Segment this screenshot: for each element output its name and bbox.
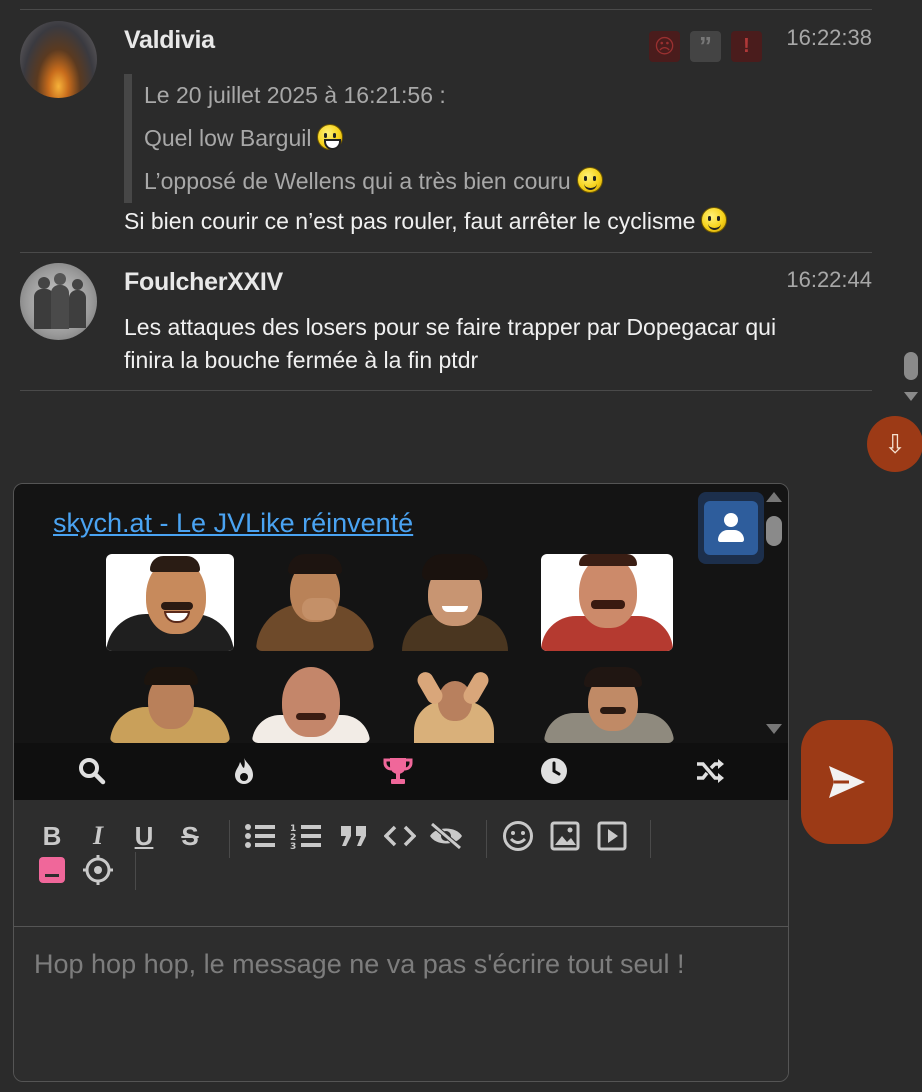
trophy-icon xyxy=(383,758,413,784)
bullet-list-icon xyxy=(245,824,275,848)
sticker[interactable] xyxy=(544,667,674,743)
quote-header: Le 20 juillet 2025 à 16:21:56 : xyxy=(144,82,446,108)
settings-button[interactable] xyxy=(80,852,116,888)
spoiler-button[interactable] xyxy=(428,818,464,854)
message-actions: ☹ ” ! xyxy=(649,31,762,62)
message-composer: skych.at - Le JVLike réinventé B I U S 1… xyxy=(13,483,789,1082)
avatar[interactable] xyxy=(20,263,97,340)
user-profile-button[interactable] xyxy=(698,492,764,564)
tab-top[interactable] xyxy=(378,751,418,791)
chat-scroll-down-arrow[interactable] xyxy=(904,392,918,401)
quote-button[interactable] xyxy=(336,818,372,854)
quote-block: Le 20 juillet 2025 à 16:21:56 : Quel low… xyxy=(124,74,603,203)
toolbar-separator xyxy=(229,820,230,858)
quote-icon xyxy=(341,826,366,846)
timestamp: 16:22:44 xyxy=(786,267,872,292)
send-icon xyxy=(829,766,865,798)
message-input-placeholder: Hop hop hop, le message ne va pas s'écri… xyxy=(34,949,685,979)
underline-button[interactable]: U xyxy=(126,818,162,854)
timestamp: 16:22:38 xyxy=(786,25,872,50)
message-item: Valdivia ☹ ” ! 16:22:38 Le 20 juillet 20… xyxy=(20,9,872,252)
sticker-scrollbar-thumb[interactable] xyxy=(766,516,782,546)
svg-text:3: 3 xyxy=(290,842,296,850)
message-text: Si bien courir ce n’est pas rouler, faut… xyxy=(124,205,728,238)
code-icon xyxy=(384,825,416,847)
message-input[interactable]: Hop hop hop, le message ne va pas s'écri… xyxy=(14,926,788,1081)
quote-line: Quel low Barguil xyxy=(144,117,603,160)
skychat-link[interactable]: skych.at - Le JVLike réinventé xyxy=(53,508,413,539)
shuffle-icon xyxy=(697,759,724,783)
sticker[interactable] xyxy=(404,667,504,743)
italic-button[interactable]: I xyxy=(80,818,116,854)
message-text: Les attaques des losers pour se faire tr… xyxy=(124,314,777,373)
tab-popular[interactable] xyxy=(224,751,264,791)
sticker-panel: skych.at - Le JVLike réinventé xyxy=(14,484,788,743)
smiley-icon xyxy=(576,167,603,193)
smiley-icon xyxy=(503,821,533,851)
tab-search[interactable] xyxy=(72,751,112,791)
sticker-icon xyxy=(39,857,65,883)
sad-face-icon[interactable]: ☹ xyxy=(649,31,680,62)
play-icon xyxy=(597,821,627,851)
sticker-tabs xyxy=(14,743,788,800)
quote-line: L’opposé de Wellens qui a très bien cour… xyxy=(144,160,603,203)
sticker[interactable] xyxy=(396,554,514,651)
alert-icon[interactable]: ! xyxy=(731,31,762,62)
message-item: FoulcherXXIV 16:22:44 Les attaques des l… xyxy=(20,252,872,391)
tab-recent[interactable] xyxy=(534,751,574,791)
emoji-button[interactable] xyxy=(500,818,536,854)
sticker-toggle-button[interactable] xyxy=(34,852,70,888)
crosshair-icon xyxy=(83,855,113,885)
clock-icon xyxy=(541,758,567,784)
sticker[interactable] xyxy=(110,667,230,743)
user-icon xyxy=(704,501,758,555)
bold-button[interactable]: B xyxy=(34,818,70,854)
sticker[interactable] xyxy=(252,667,370,743)
laughing-smiley-icon xyxy=(317,124,344,150)
chat-scrollbar-thumb[interactable] xyxy=(904,352,918,380)
tab-random[interactable] xyxy=(690,751,730,791)
sticker[interactable] xyxy=(541,554,673,651)
eye-slash-icon xyxy=(430,822,462,850)
sticker[interactable] xyxy=(256,554,374,651)
arrow-down-icon: ⇩ xyxy=(884,428,906,459)
scroll-to-bottom-button[interactable]: ⇩ xyxy=(867,416,922,472)
strikethrough-button[interactable]: S xyxy=(172,818,208,854)
bullet-list-button[interactable] xyxy=(242,818,278,854)
avatar[interactable] xyxy=(20,21,97,98)
toolbar-separator xyxy=(486,820,487,858)
divider xyxy=(20,390,872,391)
code-button[interactable] xyxy=(382,818,418,854)
image-button[interactable] xyxy=(547,818,583,854)
numbered-list-icon: 123 xyxy=(290,824,321,850)
quote-icon[interactable]: ” xyxy=(690,31,721,62)
sticker[interactable] xyxy=(106,554,234,651)
fire-icon xyxy=(235,758,253,784)
image-icon xyxy=(550,821,580,851)
toolbar-separator xyxy=(135,852,136,890)
sticker-scroll-up-arrow[interactable] xyxy=(766,492,782,502)
author-name[interactable]: Valdivia xyxy=(124,26,215,55)
video-button[interactable] xyxy=(594,818,630,854)
send-button[interactable] xyxy=(801,720,893,844)
numbered-list-button[interactable]: 123 xyxy=(288,818,324,854)
sticker-scroll-down-arrow[interactable] xyxy=(766,724,782,734)
smiley-icon xyxy=(701,207,728,233)
toolbar-separator xyxy=(650,820,651,858)
formatting-toolbar: B I U S 123 xyxy=(14,800,788,926)
search-icon xyxy=(79,758,106,785)
author-name[interactable]: FoulcherXXIV xyxy=(124,268,283,297)
